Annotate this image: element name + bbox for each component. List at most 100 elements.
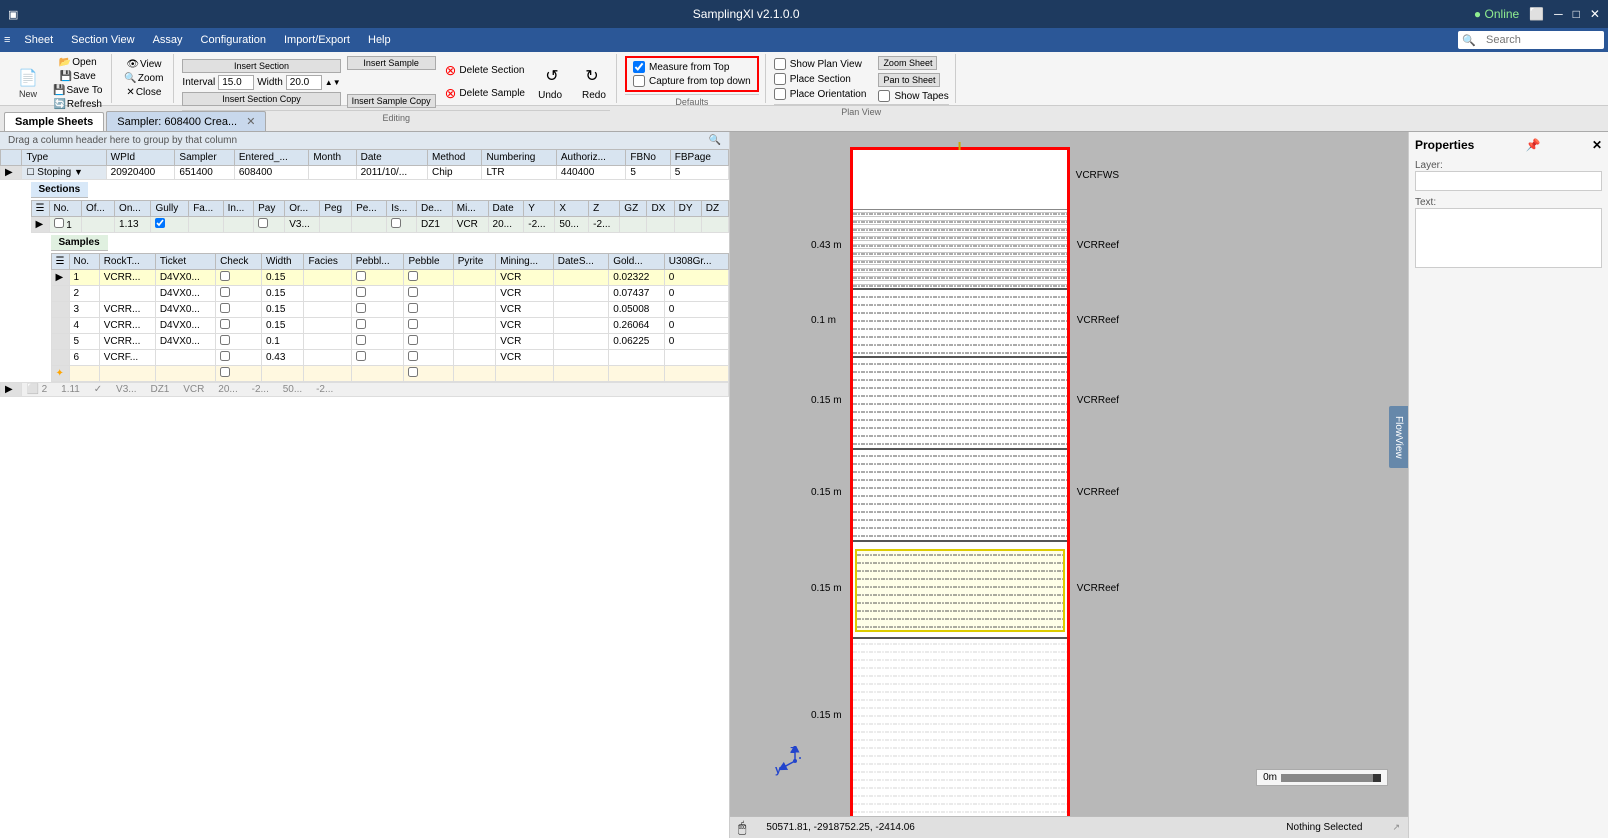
table-row[interactable]: ▶ ☐ Stoping ▼ 20920400 651400 608400 201… [1,166,729,180]
samp-pebbl-4[interactable] [356,319,366,329]
insert-sample-button[interactable]: Insert Sample [347,56,436,70]
samp-col-pebble[interactable]: Pebble [404,254,453,270]
sections-tab[interactable]: Sections [31,182,89,198]
samp-pebbl-1[interactable] [356,271,366,281]
samp-check-new[interactable] [220,367,230,377]
menu-help[interactable]: Help [360,32,399,48]
sample-row-1[interactable]: ▶ 1 VCRR... D4VX0... 0.15 [51,270,728,286]
insert-section-button[interactable]: Insert Section [182,59,340,73]
col-numbering[interactable]: Numbering [482,150,556,166]
sec-col-z[interactable]: Z [589,201,620,217]
sec-pay-check[interactable] [258,218,268,228]
geo-view[interactable]: 1 VCRFWS 0.43 m [850,147,1070,816]
canvas-area[interactable]: 1 VCRFWS 0.43 m [730,132,1408,816]
samp-check-4[interactable] [220,319,230,329]
samp-pebble-3[interactable] [408,303,418,313]
flowview-tab[interactable]: FlowView [1389,406,1408,469]
samp-pebble-1[interactable] [408,271,418,281]
sec-expand[interactable]: ▶ [31,217,49,233]
interval-input[interactable] [218,75,254,90]
sec-col-dz[interactable]: DZ [701,201,728,217]
sec-col-fa[interactable]: Fa... [189,201,223,217]
menu-assay[interactable]: Assay [145,32,191,48]
sec-col-in[interactable]: In... [223,201,253,217]
props-pin-icon[interactable]: 📌 [1526,138,1541,152]
show-plan-view-checkbox[interactable] [774,58,786,70]
sec-col-no[interactable]: No. [49,201,81,217]
insert-sample-copy-button[interactable]: Insert Sample Copy [347,94,436,108]
capture-from-top-checkbox[interactable] [633,75,645,87]
samp-pebble-2[interactable] [408,287,418,297]
insert-section-copy-button[interactable]: Insert Section Copy [182,92,340,106]
minimize-btn[interactable]: ─ [1554,7,1563,21]
samp-col-dates[interactable]: DateS... [553,254,608,270]
width-up-icon[interactable]: ▲▼ [325,78,341,87]
sec-col-pe[interactable]: Pe... [352,201,387,217]
props-layer-input[interactable] [1415,171,1602,191]
menu-sheet[interactable]: Sheet [16,32,61,48]
measure-from-top-checkbox[interactable] [633,61,645,73]
sec-col-dy[interactable]: DY [674,201,701,217]
samp-check-5[interactable] [220,335,230,345]
sec-col-date[interactable]: Date [488,201,524,217]
redo-button[interactable]: ↻ [574,64,610,88]
samp-pebbl-6[interactable] [356,351,366,361]
samp-pebble-4[interactable] [408,319,418,329]
view-button[interactable]: 👁 View [120,58,167,71]
samp-col-width[interactable]: Width [261,254,303,270]
sec-col-or[interactable]: Or... [285,201,320,217]
samp-col-pebbl[interactable]: Pebbl... [351,254,404,270]
delete-section-button[interactable]: ⊗ Delete Section [442,61,528,80]
sec-col-x[interactable]: X [555,201,589,217]
samp-pebbl-5[interactable] [356,335,366,345]
sample-row-4[interactable]: 4 VCRR... D4VX0... 0.15 [51,318,728,334]
section-row[interactable]: ▶ 1 1.13 V3... [31,217,728,233]
samp-check-1[interactable] [220,271,230,281]
samp-col-u308[interactable]: U308Gr... [664,254,728,270]
samp-col-pyrite[interactable]: Pyrite [453,254,495,270]
col-type[interactable]: Type [22,150,106,166]
samp-pebbl-2[interactable] [356,287,366,297]
col-method[interactable]: Method [428,150,482,166]
sec-col-y[interactable]: Y [524,201,555,217]
sec-col-of[interactable]: Of... [81,201,114,217]
samp-check-3[interactable] [220,303,230,313]
sample-row-6[interactable]: 6 VCRF... 0.43 [51,350,728,366]
menu-import-export[interactable]: Import/Export [276,32,358,48]
props-close-icon[interactable]: ✕ [1592,138,1602,152]
width-input[interactable] [286,75,322,90]
zoom-bar-handle[interactable] [1373,774,1381,782]
sample-row-3[interactable]: 3 VCRR... D4VX0... 0.15 [51,302,728,318]
sec-col-on[interactable]: On... [115,201,151,217]
menu-section-view[interactable]: Section View [63,32,142,48]
tab-sample-sheets[interactable]: Sample Sheets [4,112,104,131]
data-grid[interactable]: Type WPId Sampler Entered_... Month Date… [0,149,729,838]
app-menu-icon[interactable]: ≡ [4,34,10,46]
samp-pebble-6[interactable] [408,351,418,361]
sec-check[interactable] [54,218,64,228]
samp-col-no[interactable]: No. [69,254,99,270]
close-button[interactable]: ✕ Close [120,86,167,99]
sec-is-check[interactable] [391,218,401,228]
col-authoriz[interactable]: Authoriz... [556,150,625,166]
table-row-2[interactable]: ▶ ⬜ 2 1.11 ✓ V3... DZ1 VCR 20... -2... 5… [1,383,729,397]
zoom-button[interactable]: 🔍 Zoom [120,72,167,85]
sec-col-peg[interactable]: Peg [320,201,352,217]
new-button[interactable]: 📄 New [10,66,46,101]
place-section-checkbox[interactable] [774,73,786,85]
delete-sample-button[interactable]: ⊗ Delete Sample [442,84,528,103]
save-to-button[interactable]: 💾 Save To [50,84,105,97]
monitor-icon[interactable]: ⬜ [1529,7,1544,21]
samp-check-2[interactable] [220,287,230,297]
sec-col-mi[interactable]: Mi... [452,201,488,217]
sample-row-new[interactable]: ✦ [51,366,728,382]
sec-col-is[interactable]: Is... [387,201,417,217]
row2-expand[interactable]: ▶ [1,383,22,397]
undo-button[interactable]: ↺ [534,64,570,88]
samp-col-gold[interactable]: Gold... [609,254,665,270]
open-button[interactable]: 📂 Open [50,56,105,69]
tab-close-icon[interactable]: ✕ [246,116,255,128]
col-wpid[interactable]: WPId [106,150,175,166]
samp-pebbl-3[interactable] [356,303,366,313]
col-sampler[interactable]: Sampler [175,150,234,166]
